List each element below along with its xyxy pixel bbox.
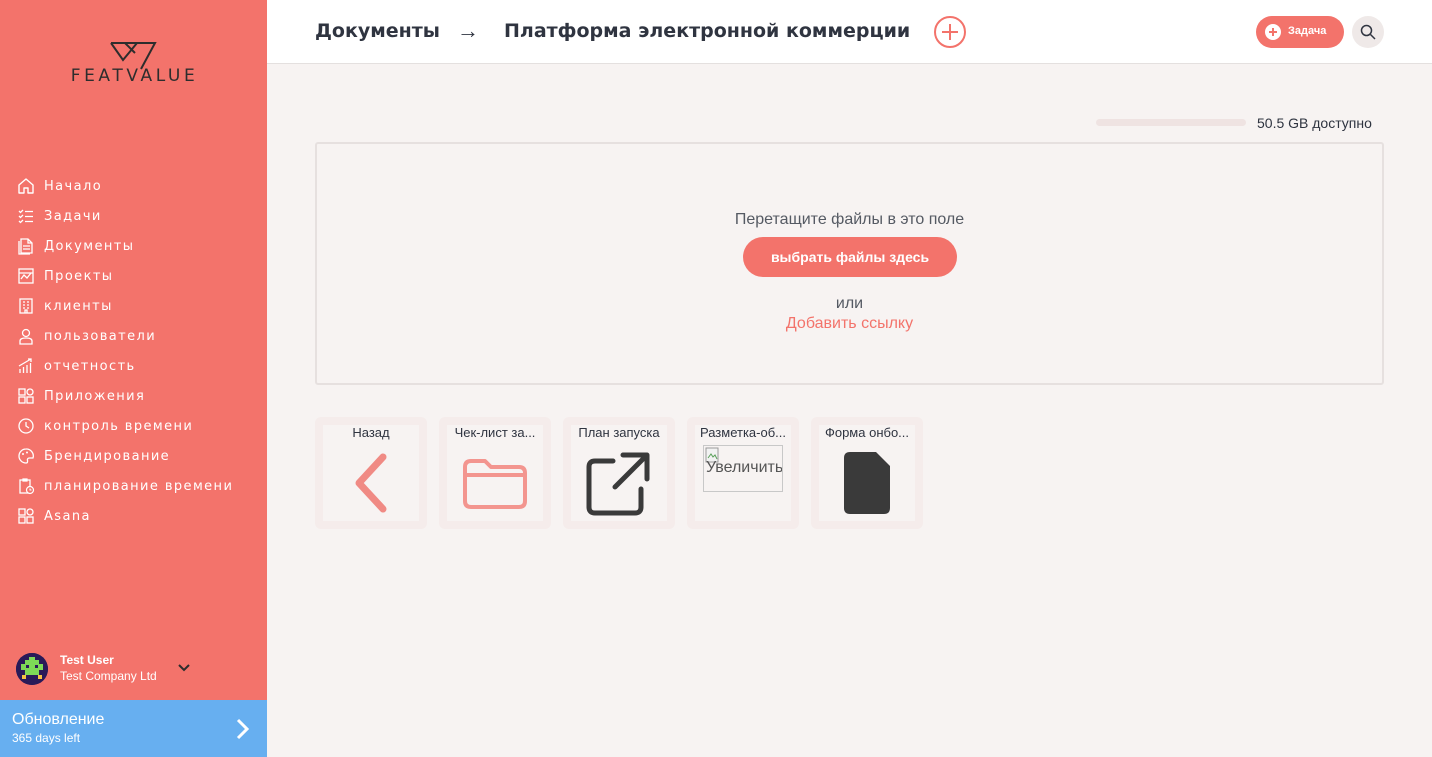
branding-icon: [17, 447, 35, 465]
sidebar-item-label: Брендирование: [44, 448, 171, 464]
sidebar-item-label: контроль времени: [44, 418, 194, 434]
logo[interactable]: FEATVALUE: [47, 40, 222, 90]
external-link-icon: [586, 452, 650, 516]
sidebar-item-label: отчетность: [44, 358, 136, 374]
plus-circle-icon: [1265, 24, 1281, 40]
sidebar-item-time-planning[interactable]: планирование времени: [0, 471, 267, 501]
dropzone-or: или: [835, 295, 864, 312]
chevron-right-icon: [236, 718, 250, 740]
tile-label: Назад: [352, 425, 390, 440]
sidebar-item-label: пользователи: [44, 328, 157, 344]
tile-label: План запуска: [578, 425, 660, 440]
tile-label: Разметка-об...: [699, 425, 787, 440]
sidebar-item-home[interactable]: Начало: [0, 171, 267, 201]
sidebar-item-branding[interactable]: Брендирование: [0, 441, 267, 471]
upgrade-days-left: 365 days left: [12, 731, 81, 745]
projects-icon: [17, 267, 35, 285]
add-task-button[interactable]: Задача: [1256, 16, 1344, 48]
user-name: Test User: [60, 653, 114, 667]
upgrade-banner[interactable]: Обновление 365 days left: [0, 700, 267, 757]
choose-files-button[interactable]: выбрать файлы здесь: [743, 237, 957, 277]
sidebar-nav: Начало Задачи Документы Проекты клиенты …: [0, 171, 267, 531]
page-title: Платформа электронной коммерции: [504, 20, 911, 42]
sidebar-item-projects[interactable]: Проекты: [0, 261, 267, 291]
sidebar: FEATVALUE Начало Задачи Документы Проект…: [0, 0, 267, 757]
file-tile-folder[interactable]: Чек-лист за...: [439, 417, 551, 529]
sidebar-item-tasks[interactable]: Задачи: [0, 201, 267, 231]
asana-icon: [17, 507, 35, 525]
home-icon: [17, 177, 35, 195]
tile-label: Чек-лист за...: [454, 425, 536, 440]
file-tile-image[interactable]: Разметка-об... Увеличить: [687, 417, 799, 529]
top-header: Документы → Платформа электронной коммер…: [267, 0, 1432, 64]
file-dropzone[interactable]: Перетащите файлы в это поле выбрать файл…: [315, 142, 1384, 385]
tasks-icon: [17, 207, 35, 225]
add-icon[interactable]: [934, 16, 966, 48]
storage-progress-bar: [1096, 119, 1246, 126]
file-tile-document[interactable]: Форма онбо...: [811, 417, 923, 529]
chevron-down-icon[interactable]: [176, 660, 192, 676]
search-button[interactable]: [1352, 16, 1384, 48]
users-icon: [17, 327, 35, 345]
breadcrumb-separator: →: [457, 18, 479, 43]
breadcrumb-root[interactable]: Документы: [315, 20, 440, 42]
back-chevron-icon: [355, 453, 387, 513]
sidebar-item-label: планирование времени: [44, 478, 234, 494]
add-task-label: Задача: [1288, 25, 1327, 37]
clients-icon: [17, 297, 35, 315]
reports-icon: [17, 357, 35, 375]
sidebar-item-label: Документы: [44, 238, 135, 254]
sidebar-item-apps[interactable]: Приложения: [0, 381, 267, 411]
dropzone-hint: Перетащите файлы в это поле: [734, 211, 965, 228]
file-tile-back[interactable]: Назад: [315, 417, 427, 529]
logo-text: FEATVALUE: [70, 66, 199, 86]
user-menu[interactable]: Test User Test Company Ltd: [16, 652, 256, 686]
sidebar-item-label: Начало: [44, 178, 103, 194]
sidebar-item-asana[interactable]: Asana: [0, 501, 267, 531]
sidebar-item-documents[interactable]: Документы: [0, 231, 267, 261]
sidebar-item-time-tracking[interactable]: контроль времени: [0, 411, 267, 441]
time-tracking-icon: [17, 417, 35, 435]
file-icon: [844, 452, 890, 514]
sidebar-item-label: Приложения: [44, 388, 146, 404]
sidebar-item-label: Asana: [44, 508, 91, 524]
sidebar-item-label: Проекты: [44, 268, 114, 284]
avatar: [16, 653, 48, 685]
image-alt-text: Увеличить: [706, 459, 783, 476]
add-link-button[interactable]: Добавить ссылку: [317, 315, 1382, 333]
sidebar-item-label: Задачи: [44, 208, 102, 224]
sidebar-item-clients[interactable]: клиенты: [0, 291, 267, 321]
sidebar-item-label: клиенты: [44, 298, 113, 314]
sidebar-item-reports[interactable]: отчетность: [0, 351, 267, 381]
user-company: Test Company Ltd: [60, 669, 157, 683]
time-planning-icon: [17, 477, 35, 495]
search-icon: [1360, 24, 1376, 40]
folder-icon: [463, 459, 527, 509]
broken-image: Увеличить: [703, 445, 783, 492]
upgrade-title: Обновление: [12, 711, 105, 728]
tile-label: Форма онбо...: [824, 425, 910, 440]
storage-available: 50.5 GB доступно: [1257, 115, 1372, 131]
documents-icon: [17, 237, 35, 255]
file-tile-external-link[interactable]: План запуска: [563, 417, 675, 529]
sidebar-item-users[interactable]: пользователи: [0, 321, 267, 351]
apps-icon: [17, 387, 35, 405]
